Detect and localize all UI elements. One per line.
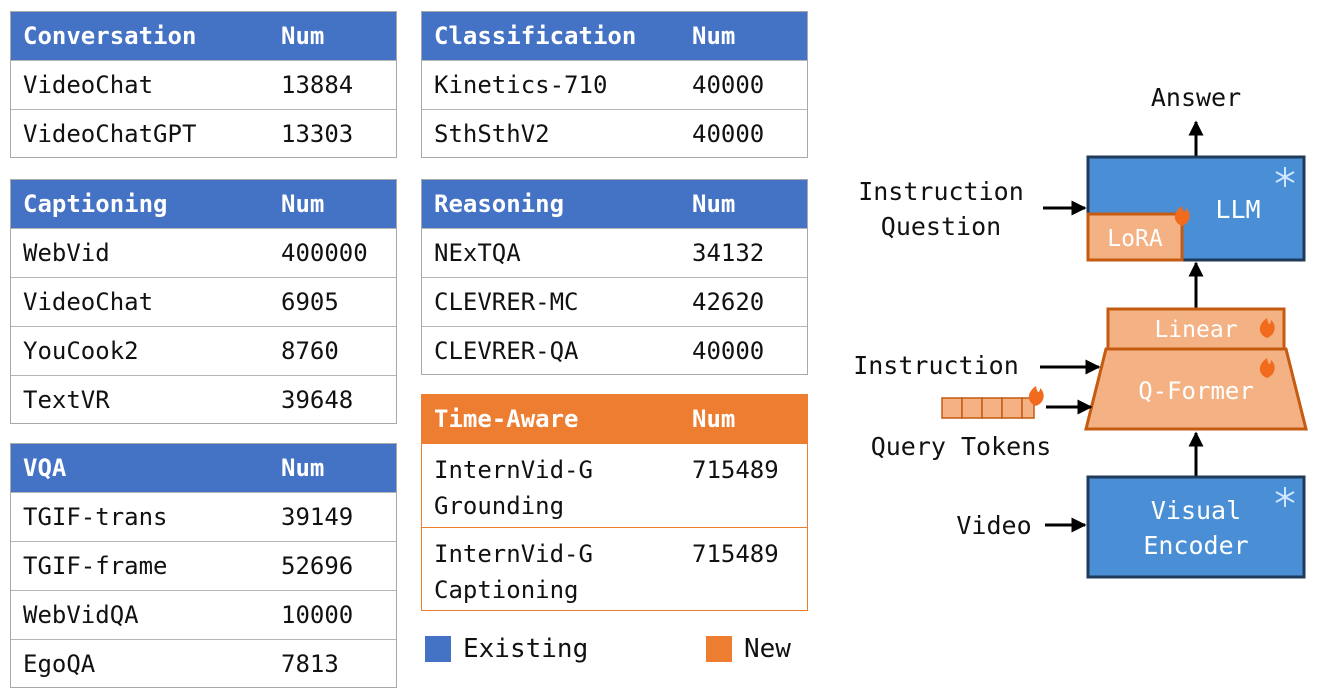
visual-encoder-label-1: Visual <box>1151 496 1241 525</box>
visual-encoder-box <box>1086 475 1306 579</box>
lora-label: LoRA <box>1107 226 1163 252</box>
visual-encoder-label-2: Encoder <box>1143 531 1248 560</box>
video-label: Video <box>956 511 1031 540</box>
architecture-diagram: Answer LLM LoRA Instruction Question Lin… <box>853 83 1308 579</box>
answer-label: Answer <box>1151 83 1241 112</box>
instruction-question-label-2: Question <box>881 212 1001 241</box>
qformer-label: Q-Former <box>1138 377 1254 405</box>
query-tokens-label: Query Tokens <box>871 432 1052 461</box>
query-tokens <box>941 397 1035 419</box>
llm-label: LLM <box>1215 195 1260 224</box>
instruction-label: Instruction <box>853 351 1019 380</box>
instruction-question-label-1: Instruction <box>858 177 1024 206</box>
linear-label: Linear <box>1154 317 1237 343</box>
